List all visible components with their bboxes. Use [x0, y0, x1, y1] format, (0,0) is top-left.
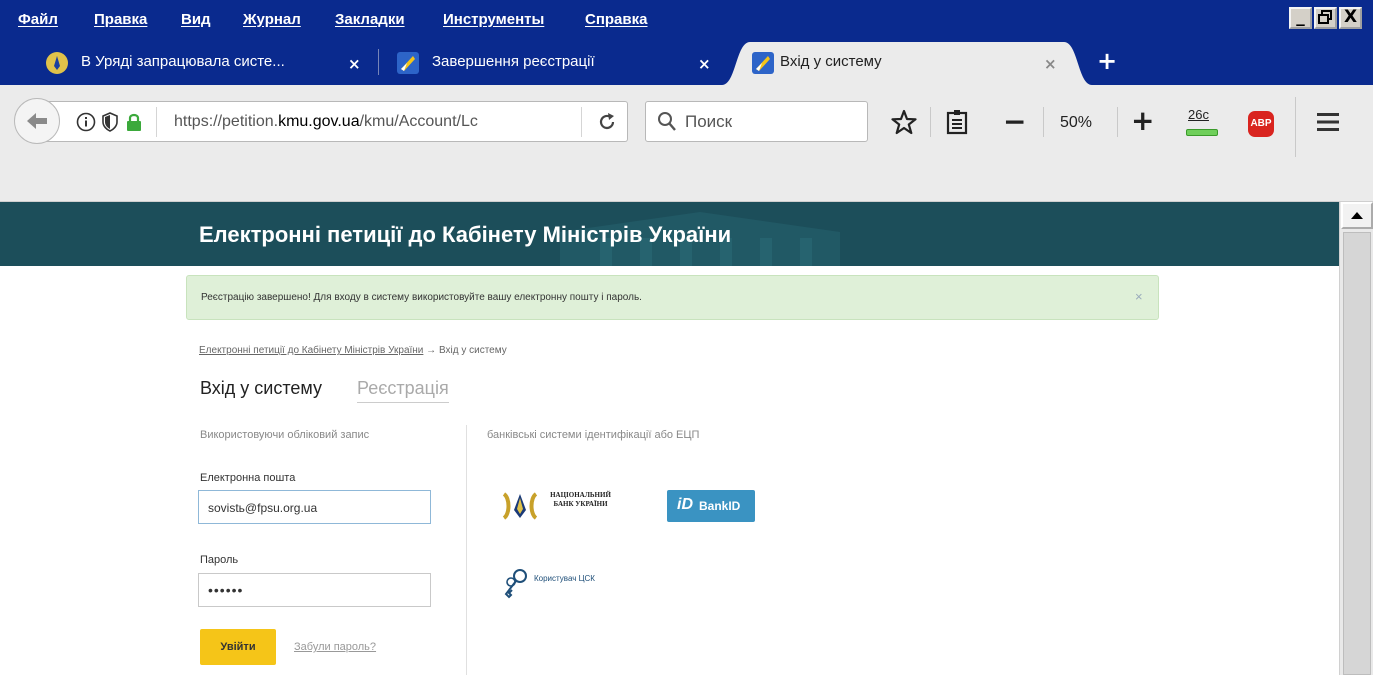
zoom-level[interactable]: 50% [1060, 114, 1092, 132]
url-bar[interactable]: https://petition.kmu.gov.ua/kmu/Account/… [46, 101, 628, 142]
zoom-in-button[interactable]: + [1131, 104, 1154, 137]
password-label: Пароль [200, 554, 239, 566]
page-content: Електронні петиції до Кабінету Міністрів… [0, 202, 1339, 675]
password-field[interactable]: •••••• [198, 573, 431, 607]
new-tab-button[interactable]: + [1097, 47, 1117, 75]
petition-favicon-icon [397, 52, 419, 74]
bankid-login-button[interactable]: iD BankID [667, 490, 755, 522]
hamburger-menu-icon[interactable] [1316, 111, 1340, 133]
forgot-password-link[interactable]: Забули пароль? [294, 641, 376, 653]
email-value: sovistь@fpsu.org.ua [208, 501, 318, 515]
menu-bookmarks[interactable]: Закладки [335, 11, 405, 28]
csk-login-button[interactable]: Користувач ЦСК [500, 566, 615, 602]
search-icon [658, 112, 676, 131]
tab-separator [378, 49, 379, 75]
login-section-heading: Використовуючи обліковий запис [200, 429, 370, 441]
breadcrumb: Електронні петиції до Кабінету Міністрів… [199, 345, 507, 356]
tab-title: Завершення реєстрації [432, 53, 595, 70]
alert-message: Реєстрацію завершено! Для входу в систем… [201, 292, 642, 303]
page-scrollbar[interactable] [1339, 202, 1373, 675]
abp-label: ABP [1250, 118, 1272, 129]
counter-text: 26c [1188, 107, 1209, 122]
login-button-label: Увійти [220, 641, 256, 653]
extension-counter[interactable]: 26c [1186, 107, 1218, 141]
tab-close-icon[interactable]: × [348, 55, 361, 73]
breadcrumb-current: Вхід у систему [438, 345, 507, 356]
url-text[interactable]: https://petition.kmu.gov.ua/kmu/Account/… [174, 113, 534, 131]
tab-close-icon[interactable]: × [698, 55, 711, 73]
menu-edit[interactable]: Правка [94, 11, 147, 28]
site-header: Електронні петиції до Кабінету Міністрів… [0, 202, 1339, 266]
tab-government[interactable]: В Уряді запрацювала систе... × [36, 43, 376, 85]
battery-bar-icon [1186, 129, 1218, 136]
maximize-button[interactable] [1314, 7, 1337, 29]
search-placeholder: Поиск [685, 112, 733, 131]
alert-close-icon[interactable]: × [1135, 289, 1143, 304]
info-icon[interactable] [76, 112, 96, 132]
scroll-thumb[interactable] [1343, 232, 1371, 675]
close-window-button[interactable]: X [1339, 7, 1362, 29]
column-divider [466, 425, 467, 675]
scroll-up-button[interactable] [1341, 202, 1373, 229]
reload-icon[interactable] [596, 111, 618, 133]
tab-title: В Уряді запрацювала систе... [81, 53, 285, 70]
tab-strip: В Уряді запрацювала систе... × Завершенн… [0, 34, 1373, 85]
tab-login-heading[interactable]: Вхід у систему [200, 378, 322, 399]
reading-list-icon[interactable] [945, 109, 969, 135]
breadcrumb-arrow: → [426, 345, 437, 356]
url-prefix: https://petition. [174, 113, 279, 130]
tracking-shield-icon[interactable] [101, 112, 119, 132]
tab-login[interactable]: Вхід у систему × [740, 43, 1080, 85]
petition-favicon-icon [752, 52, 774, 74]
email-field[interactable]: sovistь@fpsu.org.ua [198, 490, 431, 524]
password-value: •••••• [208, 582, 244, 598]
menu-history[interactable]: Журнал [243, 11, 301, 28]
bookmark-star-icon[interactable] [891, 109, 917, 135]
bank-section-heading: банківські системи ідентифікації або ЕЦП [487, 429, 700, 441]
adblock-plus-button[interactable]: ABP [1248, 111, 1274, 137]
login-button[interactable]: Увійти [200, 629, 276, 665]
nbu-login-button[interactable]: НАЦІОНАЛЬНИЙ БАНК УКРАЇНИ [500, 488, 618, 524]
coat-of-arms-icon [46, 52, 68, 74]
nbu-text: НАЦІОНАЛЬНИЙ БАНК УКРАЇНИ [550, 491, 611, 508]
toolbar-separator [1117, 107, 1118, 137]
minimize-button[interactable]: _ [1289, 7, 1312, 29]
breadcrumb-home-link[interactable]: Електронні петиції до Кабінету Міністрів… [199, 345, 423, 356]
restore-icon [1318, 10, 1332, 24]
csk-text: Користувач ЦСК [534, 574, 595, 583]
menu-file[interactable]: Файл [18, 11, 58, 28]
site-title: Електронні петиції до Кабінету Міністрів… [199, 222, 732, 247]
success-alert: Реєстрацію завершено! Для входу в систем… [186, 275, 1159, 320]
back-arrow-icon [27, 113, 47, 129]
lock-icon[interactable] [126, 112, 142, 132]
tab-registration-complete[interactable]: Завершення реєстрації × [387, 43, 722, 85]
bankid-icon: iD [677, 496, 693, 513]
tab-close-icon[interactable]: × [1044, 55, 1057, 73]
bankid-label: BankID [699, 499, 741, 513]
toolbar-separator [930, 107, 931, 137]
nbu-coat-of-arms-icon [502, 492, 538, 520]
minimize-icon: _ [1296, 7, 1305, 27]
keys-icon [504, 569, 527, 599]
tab-title: Вхід у систему [780, 53, 882, 70]
url-divider [156, 107, 157, 137]
back-button[interactable] [14, 98, 60, 144]
toolbar-separator [1295, 97, 1296, 157]
url-divider [581, 107, 582, 137]
menu-tools[interactable]: Инструменты [443, 11, 544, 28]
url-domain: kmu.gov.ua [278, 113, 360, 130]
email-label: Електронна пошта [200, 472, 296, 484]
menu-view[interactable]: Вид [181, 11, 211, 28]
scroll-up-arrow-icon [1351, 212, 1363, 219]
menu-help[interactable]: Справка [585, 11, 647, 28]
zoom-out-button[interactable]: − [1003, 105, 1026, 138]
close-icon: X [1343, 7, 1358, 27]
search-input[interactable]: Поиск [645, 101, 868, 142]
menu-bar: Файл Правка Вид Журнал Закладки Инструме… [0, 0, 1373, 34]
navigation-toolbar: https://petition.kmu.gov.ua/kmu/Account/… [0, 85, 1373, 202]
url-path: /kmu/Account/Lc [359, 113, 478, 130]
tab-register[interactable]: Реєстрація [357, 378, 449, 403]
toolbar-separator [1043, 107, 1044, 137]
